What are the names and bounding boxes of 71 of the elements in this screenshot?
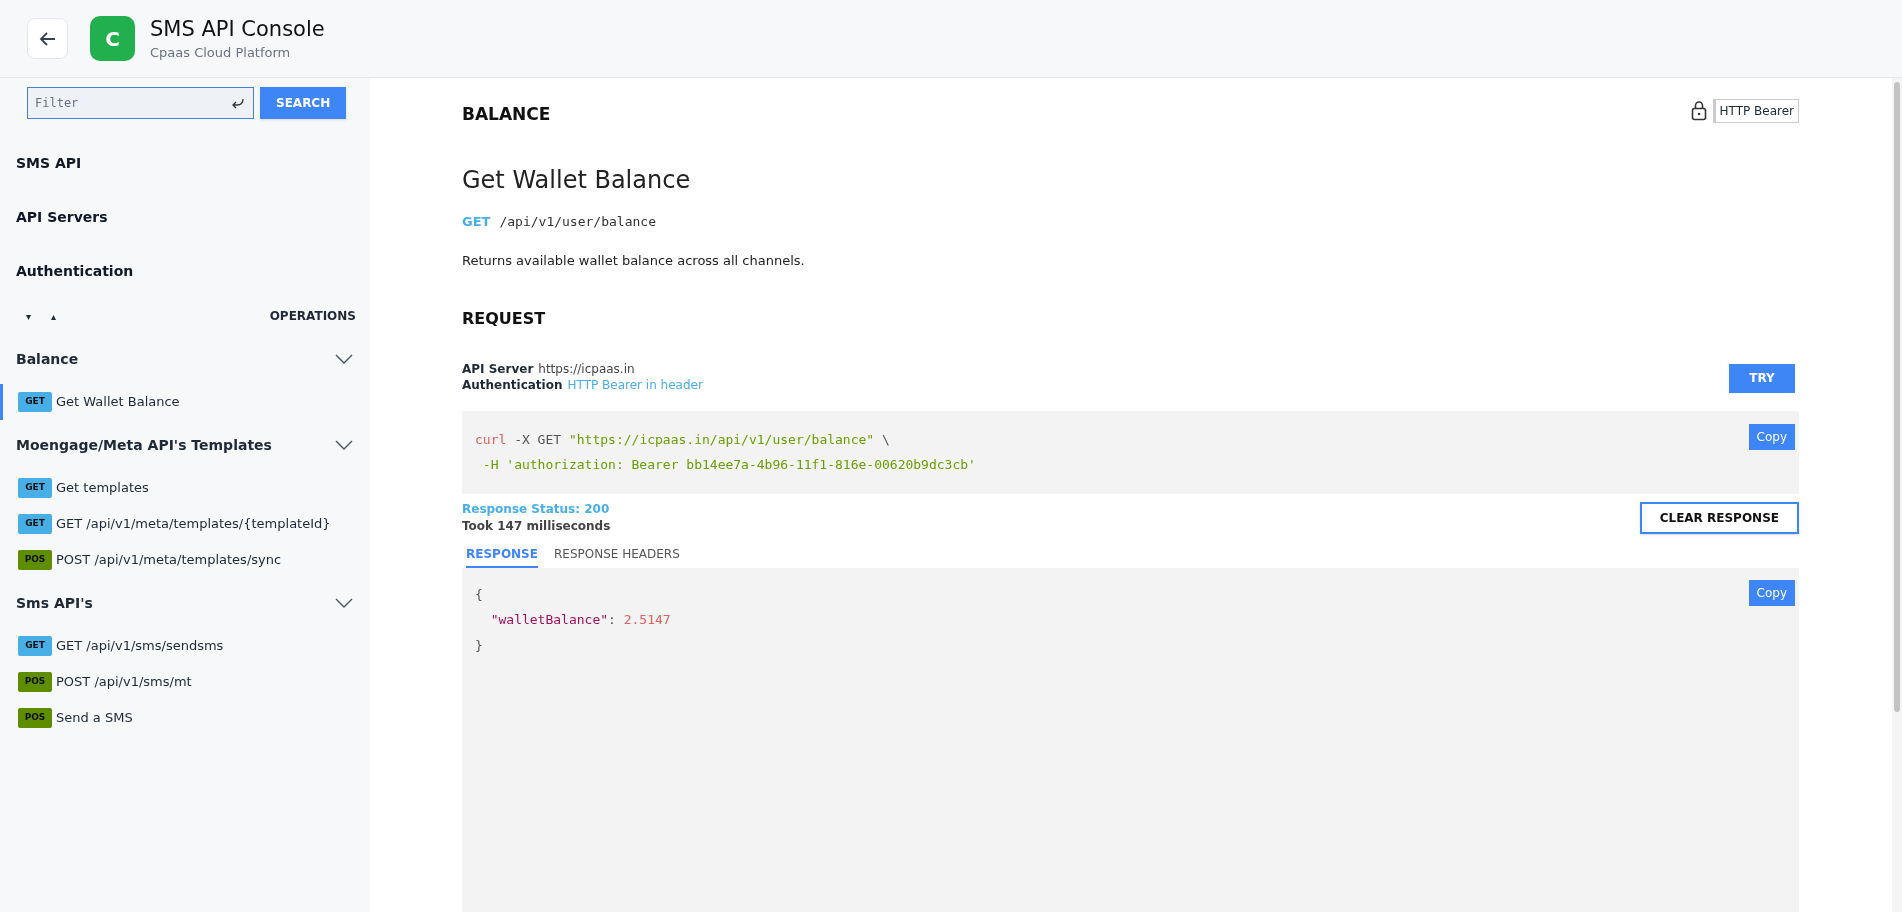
chevron-icon[interactable]: [334, 439, 354, 451]
method-badge: GET: [18, 514, 52, 534]
scrollbar[interactable]: [1892, 78, 1902, 912]
operation-label: POST /api/v1/meta/templates/sync: [56, 551, 282, 570]
operation-label: Get Wallet Balance: [56, 393, 180, 412]
operation-label: Send a SMS: [56, 709, 133, 728]
operation-group-title[interactable]: Sms API's: [16, 592, 93, 614]
section-title: BALANCE: [462, 103, 551, 126]
code-token: {: [475, 585, 483, 604]
code-token: :: [608, 611, 617, 629]
operation-title: Get Wallet Balance: [462, 164, 692, 196]
collapse-all-toggle[interactable]: ▴: [51, 308, 57, 324]
chevron-icon[interactable]: [334, 353, 354, 365]
method-badge: GET: [18, 392, 52, 412]
sidebar-section[interactable]: SMS API: [16, 152, 82, 174]
filter-field[interactable]: Filter: [27, 87, 254, 119]
operation-label: Get templates: [56, 479, 149, 498]
back-arrow-icon: [38, 30, 57, 47]
search-button[interactable]: SEARCH: [260, 87, 347, 119]
http-method: GET: [462, 212, 491, 231]
response-tab[interactable]: RESPONSE HEADERS: [553, 544, 680, 568]
try-button[interactable]: TRY: [1729, 363, 1795, 393]
operation-item[interactable]: GET GET /api/v1/meta/templates/{templateId}: [0, 506, 370, 542]
sidebar-section[interactable]: Authentication: [16, 260, 134, 282]
method-badge: POS: [18, 672, 52, 692]
auth-badge: HTTP Bearer: [1712, 98, 1799, 123]
server-url: https://icpaas.in: [538, 360, 635, 377]
operation-item[interactable]: GET Get templates: [0, 470, 370, 506]
endpoint-path: /api/v1/user/balance: [499, 212, 656, 231]
response-copy-button[interactable]: Copy: [1748, 579, 1795, 606]
code-token: "walletBalance": [489, 611, 609, 629]
operation-description: Returns available wallet balance across all channels.: [462, 252, 806, 270]
method-badge: GET: [18, 478, 52, 498]
server-label: API Server: [462, 360, 534, 377]
method-badge: POS: [18, 550, 52, 570]
clear-response-button[interactable]: CLEAR RESPONSE: [1639, 501, 1799, 534]
operation-label: POST /api/v1/sms/mt: [56, 673, 192, 692]
code-token: 2.5147: [623, 611, 671, 629]
operation-item[interactable]: POS POST /api/v1/sms/mt: [0, 664, 370, 700]
app-subtitle: Cpaas Cloud Platform: [150, 43, 292, 62]
back-button[interactable]: [27, 18, 68, 59]
sidebar-section[interactable]: API Servers: [16, 206, 108, 228]
operation-item[interactable]: GET GET /api/v1/sms/sendsms: [0, 628, 370, 664]
copy-button[interactable]: Copy: [1748, 423, 1795, 450]
method-badge: GET: [18, 636, 52, 656]
code-token: \: [881, 430, 890, 449]
operation-group-title[interactable]: Balance: [16, 348, 79, 370]
response-status: Response Status: 200: [462, 500, 611, 518]
operation-item[interactable]: POS POST /api/v1/meta/templates/sync: [0, 542, 370, 578]
operation-item[interactable]: GET Get Wallet Balance: [0, 384, 370, 420]
expand-all-toggle[interactable]: ▾: [26, 308, 32, 324]
code-token: "https://icpaas.in/api/v1/user/balance": [568, 430, 875, 449]
operation-group-title[interactable]: Moengage/Meta API's Templates: [16, 434, 272, 456]
operation-label: GET /api/v1/meta/templates/{templateId}: [56, 515, 331, 534]
code-token: curl: [475, 430, 507, 449]
operation-item[interactable]: POS Send a SMS: [0, 700, 370, 736]
app-logo: C: [90, 16, 135, 61]
code-token: }: [475, 636, 483, 655]
method-badge: POS: [18, 708, 52, 728]
operations-label: OPERATIONS: [269, 308, 356, 325]
response-time: Took 147 milliseconds: [462, 517, 611, 535]
padlock-icon: [1690, 100, 1707, 122]
request-title: REQUEST: [462, 307, 547, 330]
auth-label: Authentication: [462, 376, 563, 393]
enter-key-icon: [231, 98, 245, 110]
auth-value: HTTP Bearer in header: [567, 376, 703, 393]
chevron-icon[interactable]: [334, 597, 354, 609]
app-title: SMS API Console: [150, 15, 325, 43]
code-token: -H 'authorization: Bearer bb14ee7a-4b96-11f1-816e-00620b9dc3cb': [481, 456, 976, 474]
code-token: -X GET: [513, 430, 563, 449]
operation-label: GET /api/v1/sms/sendsms: [56, 637, 224, 656]
